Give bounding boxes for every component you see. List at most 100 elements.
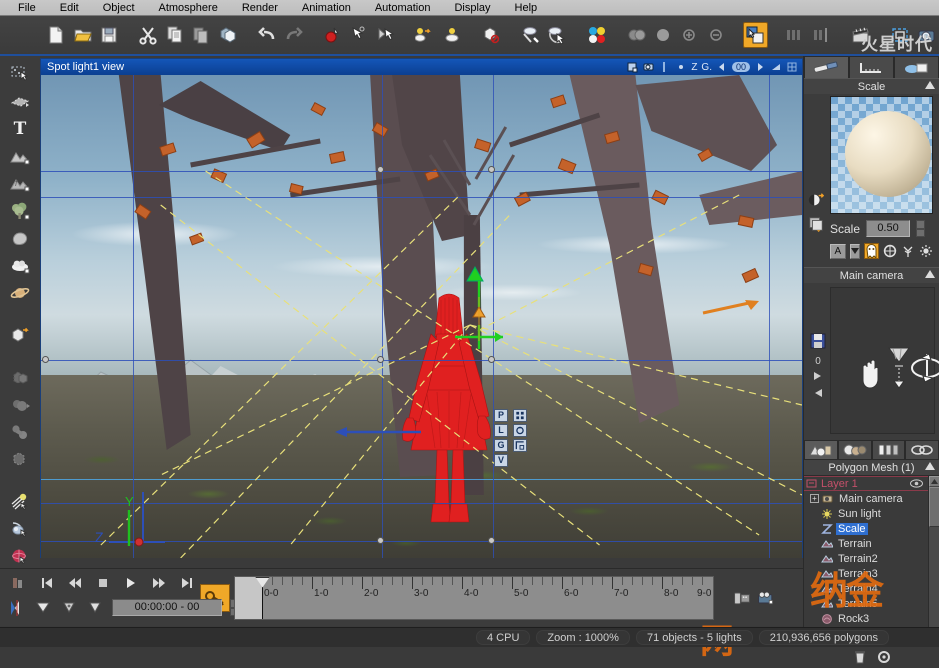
objtab-materials[interactable] — [804, 440, 838, 460]
material-preset-button[interactable] — [864, 243, 879, 259]
viewport-step-value[interactable]: 00 — [731, 62, 750, 72]
fractal-terrain-tool-icon[interactable]: f — [5, 172, 35, 195]
timeline-marker-pair-icon[interactable] — [8, 599, 26, 616]
tree-item-terrain5[interactable]: Terrain5 — [804, 596, 939, 611]
marker-out-button[interactable] — [86, 600, 104, 616]
selection-handle-ml[interactable] — [377, 356, 384, 363]
ungroup-objects-icon[interactable] — [440, 22, 464, 48]
material-copy-icon[interactable] — [808, 216, 824, 232]
menu-item-animation[interactable]: Animation — [290, 2, 363, 14]
redo-arrow-icon[interactable] — [281, 22, 305, 48]
scroll-thumb[interactable] — [929, 487, 939, 527]
primitive-cube-tool-icon[interactable] — [5, 323, 35, 346]
viewport-snapshot-icon[interactable] — [627, 61, 639, 73]
camera-render-icon[interactable] — [915, 22, 939, 48]
fast-forward-button[interactable] — [150, 575, 168, 591]
layer-row[interactable]: Layer 1 — [804, 476, 939, 491]
jump-end-button[interactable] — [178, 575, 196, 591]
pointer-select-icon[interactable] — [347, 22, 371, 48]
tab-edit[interactable] — [804, 56, 849, 78]
material-preview[interactable] — [830, 96, 933, 214]
tree-item-sun-light[interactable]: Sun light — [804, 506, 939, 521]
material-grass-button[interactable] — [901, 243, 915, 259]
plane-tool-icon[interactable] — [5, 89, 35, 112]
gizmo-button-p[interactable]: P — [494, 409, 508, 422]
save-view-icon[interactable] — [810, 333, 826, 352]
align-right-icon[interactable] — [809, 22, 833, 48]
tree-tool-icon[interactable] — [5, 199, 35, 222]
material-scale-value[interactable]: 0.50 — [866, 220, 911, 237]
selection-handle-bl[interactable] — [377, 537, 384, 544]
move-arrow-orange[interactable] — [701, 297, 761, 319]
render-frame-icon[interactable] — [888, 22, 912, 48]
undo-arrow-icon[interactable] — [255, 22, 279, 48]
next-view-icon[interactable] — [812, 371, 824, 384]
minus-circle-icon[interactable] — [703, 22, 727, 48]
camera-navigation-area[interactable] — [830, 287, 939, 434]
tree-scrollbar[interactable] — [928, 476, 939, 645]
cloud-tool-icon[interactable] — [5, 254, 35, 277]
viewport-title-bar[interactable]: Spot light1 view Z G. 00 — [41, 59, 802, 75]
menu-item-file[interactable]: File — [6, 2, 48, 14]
tab-sky[interactable] — [894, 56, 939, 78]
jump-start-button[interactable] — [38, 575, 56, 591]
move-arrow-x[interactable] — [333, 425, 423, 439]
menu-item-edit[interactable]: Edit — [48, 2, 91, 14]
timecode-field[interactable]: 00:00:00 - 00 — [112, 599, 222, 616]
film-clapper-icon[interactable] — [849, 22, 873, 48]
menu-item-render[interactable]: Render — [230, 2, 290, 14]
objtab-columns[interactable] — [871, 440, 906, 460]
viewport-step-right-icon[interactable] — [754, 61, 766, 73]
cut-scissors-icon[interactable] — [136, 22, 160, 48]
menu-item-automation[interactable]: Automation — [363, 2, 443, 14]
color-wheel-icon[interactable] — [585, 22, 609, 48]
tree-item-terrain3[interactable]: Terrain3 — [804, 566, 939, 581]
camera-preview-button[interactable] — [757, 590, 775, 606]
viewport-3d-scene[interactable]: P L G V Y Z — [41, 75, 802, 558]
rewind-button[interactable] — [66, 575, 84, 591]
tree-item-rock3[interactable]: Rock3 — [804, 611, 939, 626]
expand-toggle-icon[interactable]: + — [810, 494, 819, 503]
new-document-icon[interactable] — [44, 22, 68, 48]
rock-tool-icon[interactable] — [5, 226, 35, 249]
stop-button[interactable] — [94, 575, 112, 591]
tree-item-main-camera[interactable]: + Main camera — [804, 491, 939, 506]
menu-item-help[interactable]: Help — [503, 2, 550, 14]
gizmo-grid-icon[interactable] — [513, 409, 527, 422]
radial-light-tool-icon[interactable] — [5, 545, 35, 568]
viewport-dot-icon[interactable] — [675, 61, 687, 73]
play-button[interactable] — [122, 575, 140, 591]
chevron-down-icon[interactable] — [849, 243, 860, 259]
sphere-icon[interactable] — [651, 22, 675, 48]
menu-item-atmosphere[interactable]: Atmosphere — [147, 2, 230, 14]
object-tree-collapse-icon[interactable] — [925, 462, 935, 470]
light-rays-tool-icon[interactable] — [5, 490, 35, 513]
scroll-up-button[interactable] — [929, 476, 939, 487]
objtab-spheres[interactable] — [837, 440, 872, 460]
material-ball-swap-icon[interactable] — [808, 192, 824, 208]
marker-mid-button[interactable] — [60, 600, 78, 616]
boolean-icon[interactable] — [624, 22, 648, 48]
record-dot-icon[interactable] — [321, 22, 345, 48]
material-sun-button[interactable] — [919, 243, 933, 259]
cube-delete-icon[interactable] — [479, 22, 503, 48]
layers-front-icon[interactable] — [743, 22, 768, 48]
viewport-camera-icon[interactable] — [643, 61, 655, 73]
open-folder-icon[interactable] — [70, 22, 94, 48]
sphere-group-icon[interactable] — [5, 393, 35, 416]
gizmo-rotate-icon[interactable] — [513, 424, 527, 437]
text-tool-icon[interactable]: T — [5, 117, 35, 140]
paste-icon[interactable] — [189, 22, 213, 48]
spotlight-tool-icon[interactable] — [5, 517, 35, 540]
terrain-tool-icon[interactable] — [5, 144, 35, 167]
plus-circle-icon[interactable] — [677, 22, 701, 48]
objtab-links[interactable] — [905, 440, 939, 460]
viewport-step-left-icon[interactable] — [716, 61, 728, 73]
marker-in-button[interactable] — [34, 600, 52, 616]
selection-handle-tl[interactable] — [377, 166, 384, 173]
gizmo-button-v[interactable]: V — [494, 454, 508, 467]
metaball-tool-icon[interactable] — [5, 420, 35, 443]
copy-icon[interactable] — [163, 22, 187, 48]
material-sphere-button[interactable] — [883, 243, 897, 259]
material-brush-icon[interactable] — [519, 22, 543, 48]
